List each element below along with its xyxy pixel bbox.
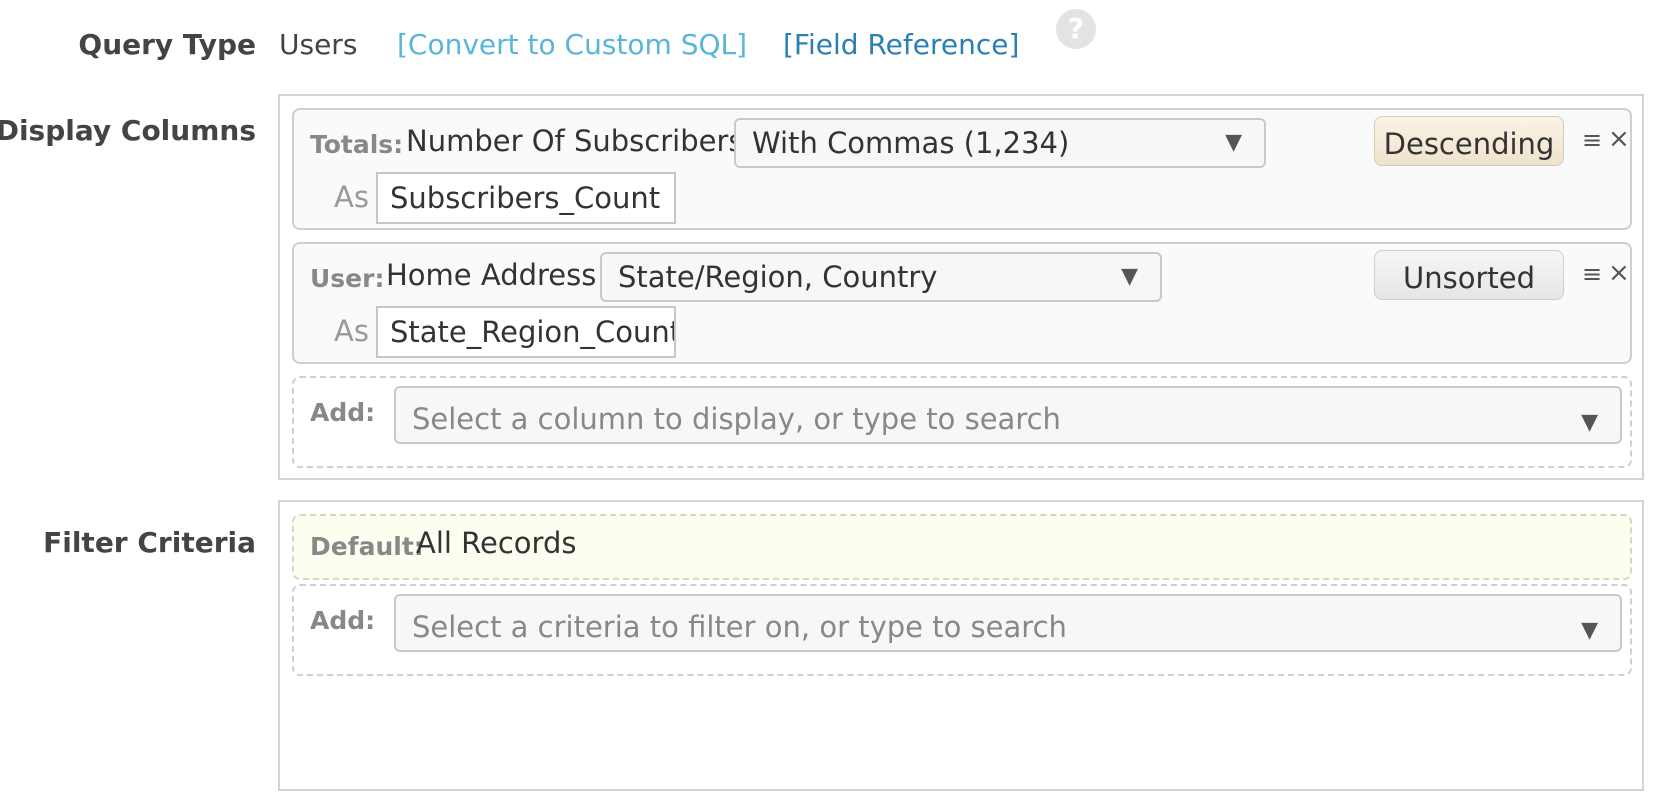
display-column-card: Totals: Number Of Subscribers With Comma… — [292, 108, 1632, 230]
column-field-name: Home Address — [386, 258, 597, 292]
column-format-value: State/Region, Country — [618, 260, 938, 294]
sort-unsorted-button[interactable]: Unsorted — [1374, 250, 1564, 300]
display-columns-panel: Totals: Number Of Subscribers With Comma… — [278, 94, 1644, 480]
filter-criteria-panel: Default: All Records Add: Select a crite… — [278, 500, 1644, 791]
convert-to-custom-sql-link[interactable]: [Convert to Custom SQL] — [397, 28, 747, 61]
column-alias-input[interactable]: Subscribers_Count — [376, 172, 676, 224]
close-icon[interactable]: × — [1608, 124, 1630, 154]
column-source-key: User: — [310, 264, 385, 293]
chevron-down-icon: ▼ — [1225, 130, 1242, 155]
add-label: Add: — [310, 606, 376, 635]
add-column-box: Add: Select a column to display, or type… — [292, 376, 1632, 468]
chevron-down-icon: ▼ — [1121, 264, 1138, 289]
default-filter-key: Default: — [310, 532, 424, 561]
column-alias-input[interactable]: State_Region_Country — [376, 306, 676, 358]
add-filter-select[interactable]: Select a criteria to filter on, or type … — [394, 594, 1622, 652]
close-icon[interactable]: × — [1608, 258, 1630, 288]
column-field-name: Number Of Subscribers — [406, 124, 744, 158]
column-format-select[interactable]: State/Region, Country ▼ — [600, 252, 1162, 302]
default-filter-box: Default: All Records — [292, 514, 1632, 580]
as-label: As — [334, 314, 369, 348]
chevron-down-icon: ▼ — [1581, 618, 1598, 643]
sort-descending-button[interactable]: Descending — [1374, 116, 1564, 166]
add-filter-placeholder: Select a criteria to filter on, or type … — [412, 610, 1067, 644]
help-icon[interactable]: ? — [1056, 9, 1096, 49]
drag-handle-icon[interactable]: ≡ — [1582, 126, 1602, 154]
column-format-select[interactable]: With Commas (1,234) ▼ — [734, 118, 1266, 168]
default-filter-value: All Records — [416, 526, 577, 560]
add-column-placeholder: Select a column to display, or type to s… — [412, 402, 1061, 436]
display-column-card: User: Home Address State/Region, Country… — [292, 242, 1632, 364]
column-source-key: Totals: — [310, 130, 404, 159]
query-type-value: Users — [279, 28, 358, 61]
display-columns-label: Display Columns — [0, 114, 256, 147]
add-column-select[interactable]: Select a column to display, or type to s… — [394, 386, 1622, 444]
drag-handle-icon[interactable]: ≡ — [1582, 260, 1602, 288]
field-reference-link[interactable]: [Field Reference] — [783, 28, 1019, 61]
query-type-label: Query Type — [78, 28, 256, 61]
add-filter-box: Add: Select a criteria to filter on, or … — [292, 584, 1632, 676]
chevron-down-icon: ▼ — [1581, 410, 1598, 435]
column-format-value: With Commas (1,234) — [752, 126, 1070, 160]
add-label: Add: — [310, 398, 376, 427]
filter-criteria-label: Filter Criteria — [43, 526, 256, 559]
as-label: As — [334, 180, 369, 214]
